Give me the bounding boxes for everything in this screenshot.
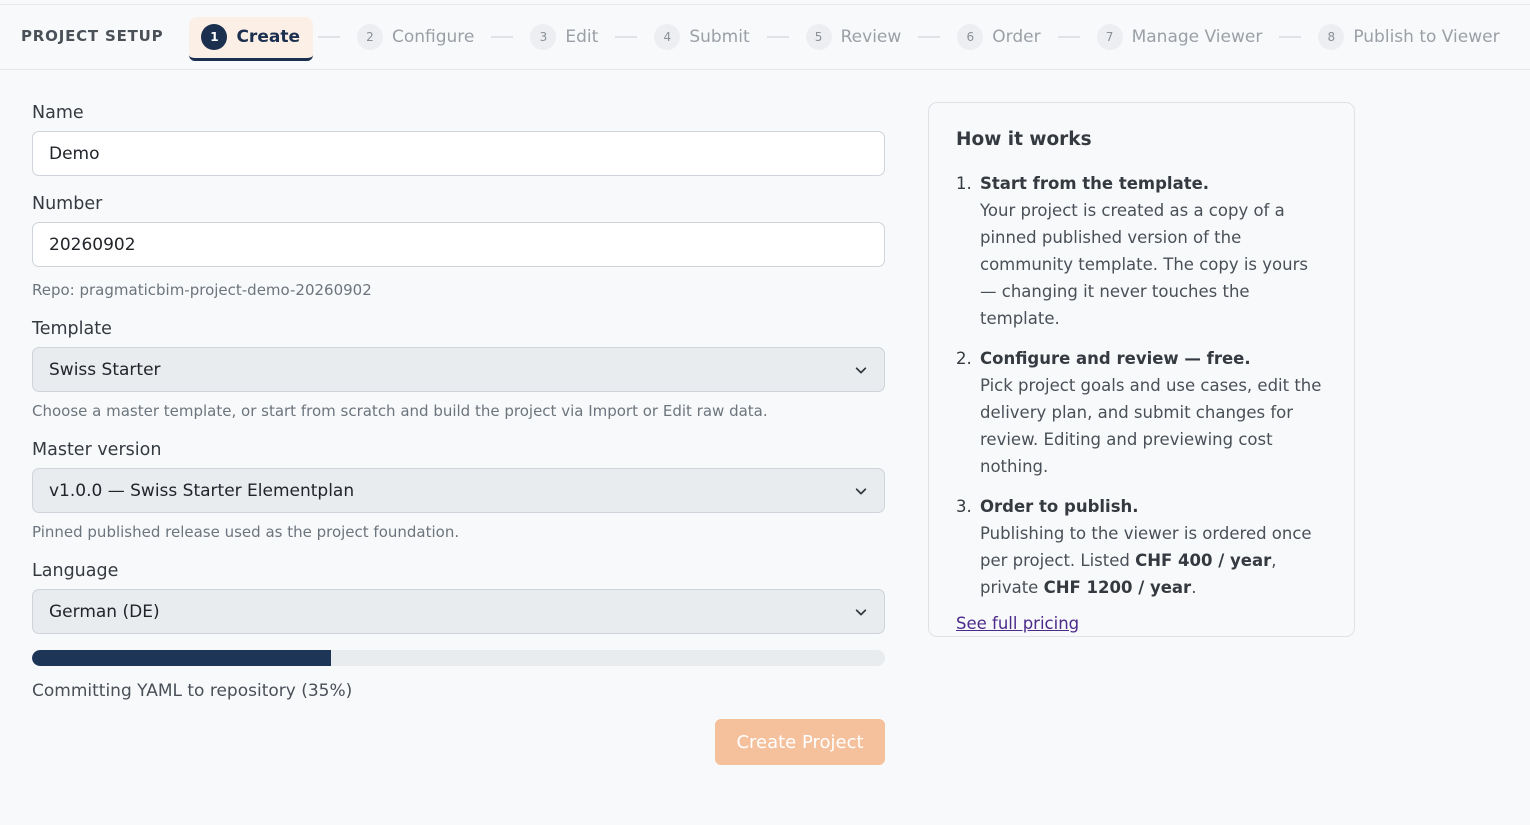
step-label: Edit (565, 27, 599, 47)
step-label: Manage Viewer (1131, 27, 1263, 47)
step-publish-to-viewer[interactable]: 8 Publish to Viewer (1318, 24, 1500, 50)
chevron-down-icon (855, 487, 867, 494)
project-setup-stepper: PROJECT SETUP 1 Create 2 Configure 3 Edi… (0, 5, 1530, 70)
form-actions: Create Project (32, 719, 885, 765)
master-version-help: Pinned published release used as the pro… (32, 523, 460, 541)
step-connector (1057, 36, 1080, 38)
chevron-down-icon (855, 366, 867, 373)
list-item-text: Your project is created as a copy of a p… (980, 201, 1308, 328)
template-label: Template (32, 319, 112, 339)
template-select[interactable]: Swiss Starter (32, 347, 885, 392)
language-selected-value: German (DE) (49, 601, 160, 622)
step-connector (317, 36, 340, 38)
private-price: CHF 1200 / year (1043, 578, 1192, 597)
language-field-group: Language German (DE) (32, 561, 885, 634)
step-number: 7 (1096, 24, 1123, 50)
list-item-heading: Order to publish. (980, 497, 1139, 516)
repo-hint: Repo: pragmaticbim-project-demo-20260902 (32, 281, 372, 299)
name-input[interactable]: Demo (32, 131, 885, 176)
step-label: Review (840, 27, 902, 47)
list-item-number: 3. (956, 497, 972, 516)
number-field-group: Number 20260902 Repo: pragmaticbim-proje… (32, 194, 885, 299)
step-number: 3 (530, 24, 557, 50)
name-field-group: Name Demo (32, 103, 885, 176)
list-item-text: Pick project goals and use cases, edit t… (980, 376, 1322, 476)
list-item-heading: Start from the template. (980, 174, 1210, 193)
step-label: Configure (391, 27, 475, 47)
step-label: Create (236, 27, 300, 47)
master-version-label: Master version (32, 440, 162, 460)
list-item: 1. Start from the template. Your project… (956, 170, 1327, 332)
step-order[interactable]: 6 Order (957, 24, 1041, 50)
master-version-select[interactable]: v1.0.0 — Swiss Starter Elementplan (32, 468, 885, 513)
see-full-pricing-link[interactable]: See full pricing (956, 614, 1079, 633)
step-connector (918, 36, 941, 38)
how-it-works-list: 1. Start from the template. Your project… (956, 170, 1327, 601)
step-number: 6 (957, 24, 984, 50)
step-submit[interactable]: 4 Submit (654, 24, 750, 50)
template-field-group: Template Swiss Starter Choose a master t… (32, 319, 885, 420)
create-project-form: Name Demo Number 20260902 Repo: pragmati… (32, 103, 885, 765)
list-item: 2. Configure and review — free. Pick pro… (956, 345, 1327, 480)
step-create[interactable]: 1 Create (189, 17, 313, 61)
list-item-number: 2. (956, 349, 972, 368)
progress-bar-fill (32, 650, 331, 666)
master-version-field-group: Master version v1.0.0 — Swiss Starter El… (32, 440, 885, 541)
step-number: 4 (654, 24, 681, 50)
step-configure[interactable]: 2 Configure (356, 24, 475, 50)
step-manage-viewer[interactable]: 7 Manage Viewer (1096, 24, 1263, 50)
step-connector (615, 36, 638, 38)
step-connector (766, 36, 789, 38)
list-item-text: . (1191, 578, 1197, 597)
step-connector (1279, 36, 1302, 38)
number-input[interactable]: 20260902 (32, 222, 885, 267)
list-item-heading: Configure and review — free. (980, 349, 1251, 368)
step-label: Order (992, 27, 1041, 47)
step-number: 2 (356, 24, 383, 50)
listed-price: CHF 400 / year (1135, 551, 1272, 570)
stepper-title: PROJECT SETUP (21, 27, 164, 45)
step-review[interactable]: 5 Review (805, 24, 902, 50)
name-label: Name (32, 103, 84, 123)
create-project-button[interactable]: Create Project (715, 719, 885, 765)
step-edit[interactable]: 3 Edit (530, 24, 598, 50)
step-number: 5 (805, 24, 832, 50)
step-number: 1 (201, 24, 228, 50)
template-help: Choose a master template, or start from … (32, 402, 768, 420)
master-version-selected-value: v1.0.0 — Swiss Starter Elementplan (49, 480, 355, 501)
number-label: Number (32, 194, 103, 214)
step-connector (491, 36, 514, 38)
template-selected-value: Swiss Starter (49, 359, 161, 380)
step-label: Submit (689, 27, 750, 47)
language-label: Language (32, 561, 119, 581)
how-it-works-title: How it works (956, 129, 1092, 150)
language-select[interactable]: German (DE) (32, 589, 885, 634)
progress-status-text: Committing YAML to repository (35%) (32, 681, 353, 701)
chevron-down-icon (855, 608, 867, 615)
list-item: 3. Order to publish. Publishing to the v… (956, 493, 1327, 601)
step-number: 8 (1318, 24, 1345, 50)
step-label: Publish to Viewer (1353, 27, 1500, 47)
list-item-number: 1. (956, 174, 972, 193)
how-it-works-card: How it works 1. Start from the template.… (928, 102, 1355, 637)
progress-bar (32, 650, 885, 666)
